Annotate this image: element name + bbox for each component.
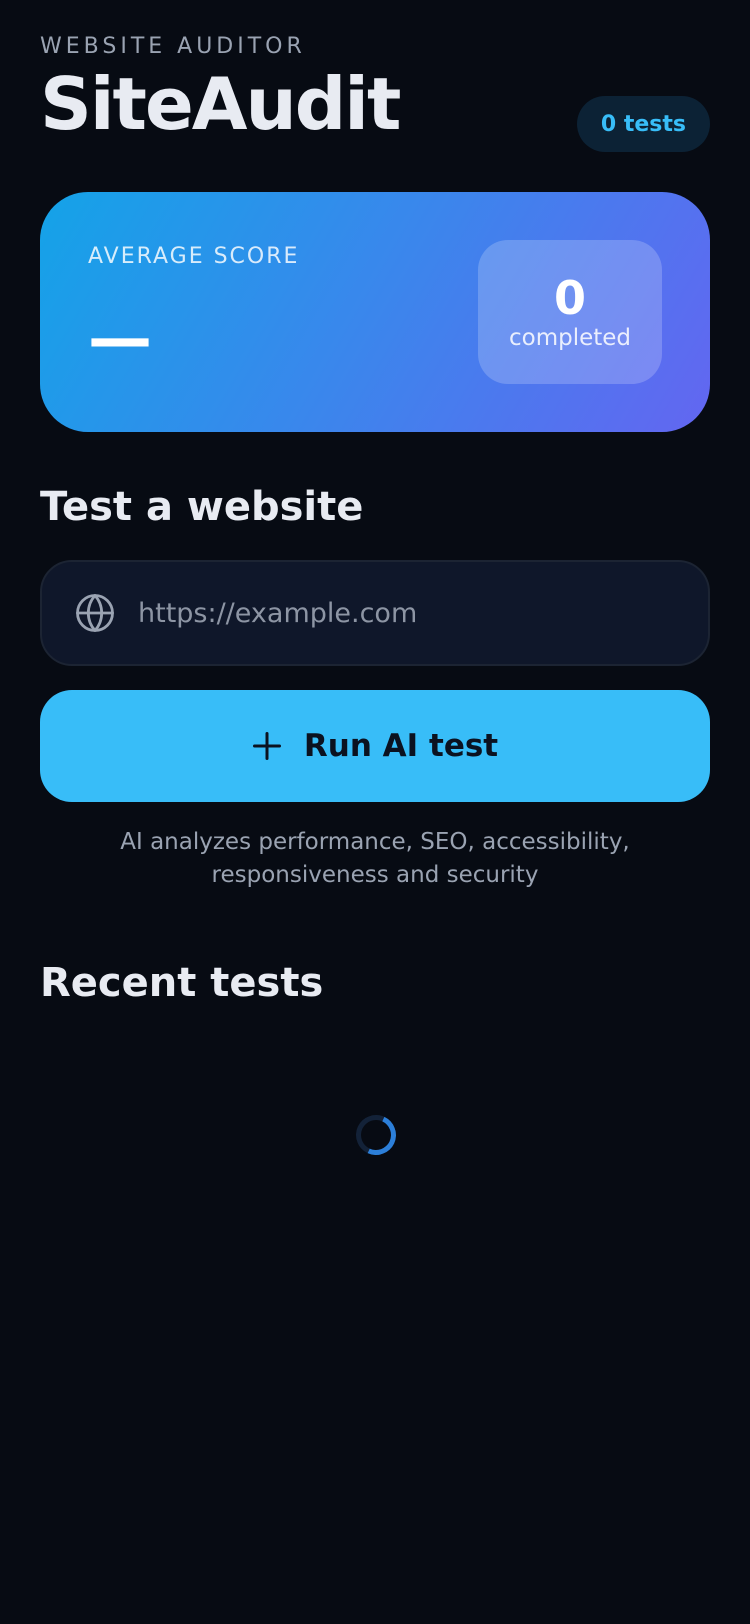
run-ai-test-label: Run AI test: [303, 728, 499, 764]
app-subtitle: WEBSITE AUDITOR: [40, 34, 306, 59]
run-ai-test-button[interactable]: Run AI test: [40, 690, 710, 802]
loading-spinner: [350, 1109, 402, 1161]
header: WEBSITE AUDITOR SiteAudit 0 tests: [40, 0, 710, 192]
analysis-hint: AI analyzes performance, SEO, accessibil…: [120, 829, 630, 888]
app-screen: WEBSITE AUDITOR SiteAudit 0 tests AVERAG…: [0, 0, 750, 1624]
completed-count: 0: [553, 270, 586, 325]
test-website-heading: Test a website: [40, 484, 364, 530]
completed-counter: 0 completed: [478, 240, 662, 384]
recent-tests-heading: Recent tests: [40, 960, 324, 1006]
url-field[interactable]: [40, 560, 710, 666]
completed-label: completed: [508, 325, 632, 352]
tests-count-badge: 0 tests: [576, 96, 710, 152]
average-score-card: AVERAGE SCORE — 0 completed: [40, 192, 710, 432]
plus-icon: [252, 732, 281, 760]
globe-icon: [76, 594, 114, 632]
url-input[interactable]: [138, 583, 676, 643]
